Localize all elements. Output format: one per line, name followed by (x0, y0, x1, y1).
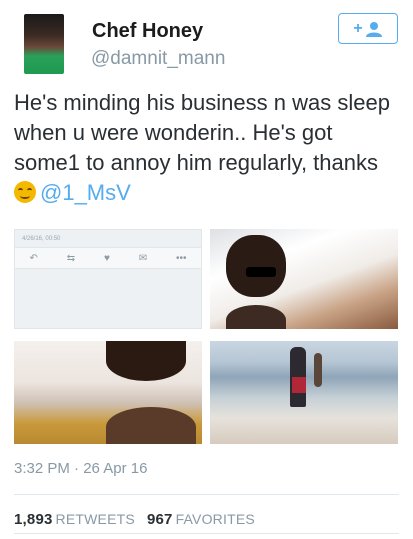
embedded-actions: ↶ ⇆ ♥ ✉ ••• (15, 247, 201, 269)
avatar[interactable] (24, 14, 64, 74)
retweets-label: RETWEETS (55, 511, 135, 527)
dm-icon: ✉ (138, 252, 148, 264)
photo-subject-man (226, 235, 286, 297)
media-sleeping-photo[interactable] (14, 341, 202, 444)
author-handle[interactable]: @damnit_mann (91, 48, 225, 70)
media-tweet-screenshot[interactable]: 4/26/16, 00:50 ↶ ⇆ ♥ ✉ ••• (14, 229, 202, 329)
add-user-icon (365, 21, 382, 37)
photo-subject-shorts (292, 377, 306, 393)
tweet-text: He's minding his business n was sleep wh… (14, 88, 404, 208)
mention-link[interactable]: @1_MsV (40, 180, 131, 205)
favorites-stat[interactable]: 967 FAVORITES (146, 511, 255, 528)
tweet-timestamp: 3:32 PM · 26 Apr 16 (14, 460, 148, 477)
reply-icon: ↶ (29, 252, 38, 264)
divider (14, 533, 399, 534)
photo-subject-child (314, 353, 322, 387)
retweets-stat[interactable]: 1,893 RETWEETS (14, 511, 135, 528)
retweet-icon: ⇆ (66, 252, 76, 264)
favorites-label: FAVORITES (175, 511, 255, 527)
heart-icon: ♥ (103, 252, 110, 264)
smiling-face-emoji-icon (14, 181, 36, 203)
media-couple-photo[interactable] (210, 229, 398, 329)
tweet-stats: 1,893 RETWEETS 967 FAVORITES (14, 511, 255, 528)
embedded-tweet-date: 4/26/16, 00:50 (22, 236, 61, 242)
photo-sunglasses (246, 267, 276, 277)
more-icon: ••• (176, 252, 187, 264)
retweets-count: 1,893 (14, 511, 53, 528)
follow-plus: + (353, 19, 363, 37)
favorites-count: 967 (146, 511, 173, 528)
divider (14, 494, 399, 495)
follow-button[interactable]: + (338, 13, 398, 44)
tweet-body: He's minding his business n was sleep wh… (14, 90, 390, 175)
author-name[interactable]: Chef Honey (92, 20, 203, 43)
photo-subject-man (106, 341, 186, 381)
photo-subject-baby (106, 407, 196, 444)
media-beach-photo[interactable] (210, 341, 398, 444)
photo-subject-woman (226, 305, 286, 329)
